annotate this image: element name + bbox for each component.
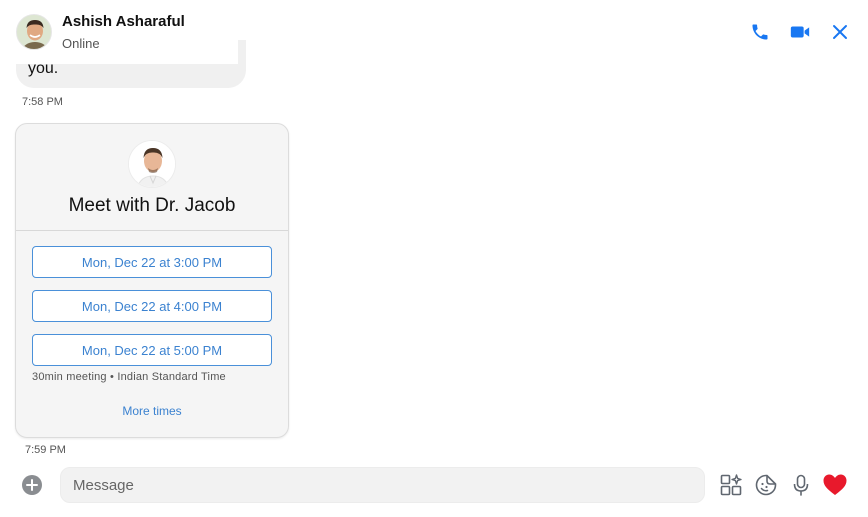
apps-icon [720,474,742,496]
contact-name: Ashish Asharaful [62,13,185,30]
video-call-button[interactable] [788,20,812,44]
microphone-icon [793,474,809,496]
message-input[interactable] [60,467,705,503]
heart-icon [823,474,847,495]
sticker-icon [755,474,777,496]
time-slot-button[interactable]: Mon, Dec 22 at 5:00 PM [32,334,272,366]
more-times-link[interactable]: More times [16,404,288,418]
like-button[interactable] [822,472,848,498]
card-divider [16,230,288,231]
message-timestamp: 7:59 PM [25,444,66,456]
contact-avatar[interactable] [16,14,52,50]
apps-button[interactable] [718,472,744,498]
sticker-button[interactable] [753,472,779,498]
phone-icon [752,24,768,40]
add-attachment-button[interactable] [21,474,43,496]
call-button[interactable] [748,20,772,44]
booking-title: Meet with Dr. Jacob [68,195,236,216]
plus-circle-icon [22,475,42,495]
close-icon [833,25,847,39]
contact-info[interactable]: Ashish Asharaful Online [0,0,238,64]
voice-message-button[interactable] [788,472,814,498]
chat-header: Ashish Asharaful Online [0,0,868,64]
doctor-avatar [128,140,176,188]
booking-card: Meet with Dr. Jacob Mon, Dec 22 at 3:00 … [15,123,289,438]
time-slot-button[interactable]: Mon, Dec 22 at 4:00 PM [32,290,272,322]
contact-status: Online [62,36,100,51]
video-camera-icon [790,26,810,38]
close-button[interactable] [828,20,852,44]
time-slot-button[interactable]: Mon, Dec 22 at 3:00 PM [32,246,272,278]
message-timestamp: 7:58 PM [22,96,63,108]
meeting-info: 30min meeting • Indian Standard Time [32,371,226,383]
